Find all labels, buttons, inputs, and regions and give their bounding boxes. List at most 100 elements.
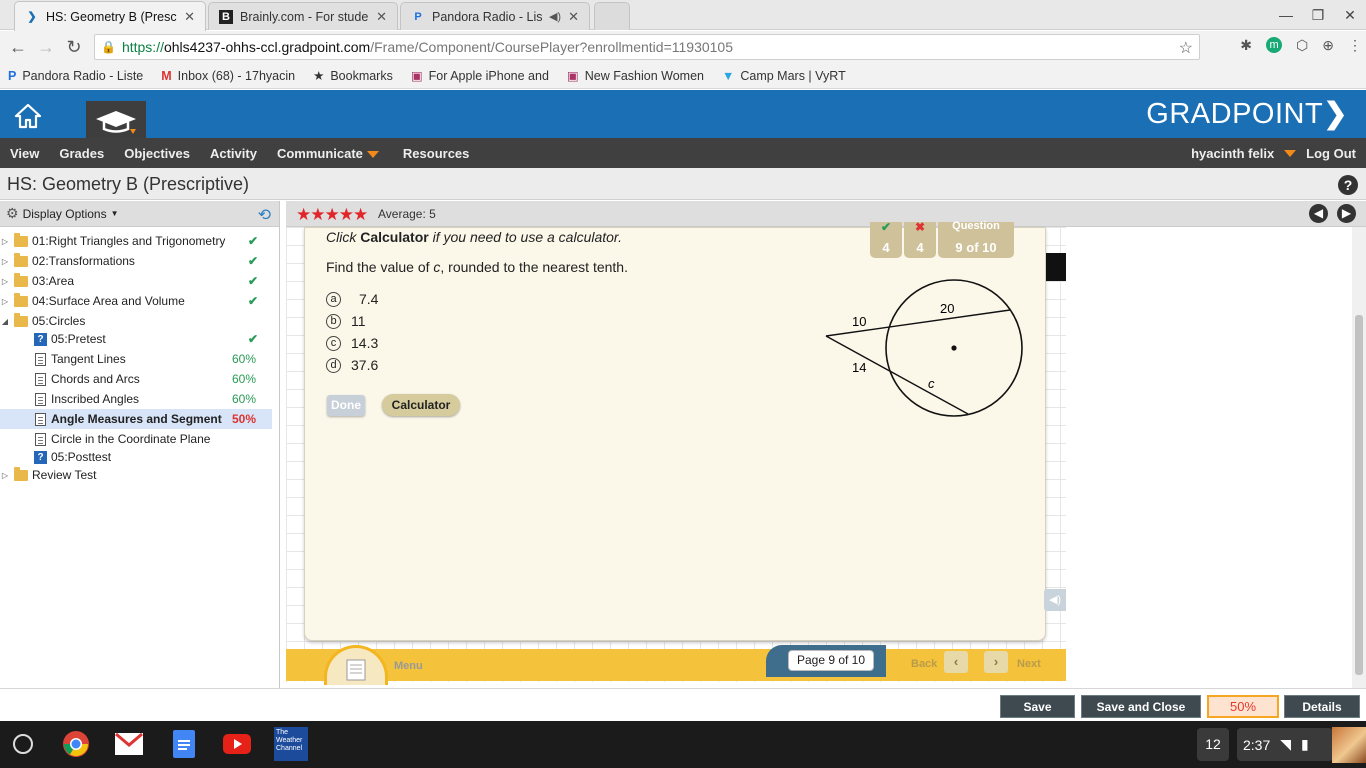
avatar[interactable]	[1332, 727, 1366, 763]
extension-icon[interactable]: ✱	[1240, 37, 1252, 54]
tab-geometry[interactable]: ❯ HS: Geometry B (Prescrip ✕	[14, 1, 206, 31]
bookmark-campmars[interactable]: ▼ Camp Mars | VyRT	[722, 69, 846, 83]
save-and-close-button[interactable]: Save and Close	[1081, 695, 1201, 718]
sidebar-item[interactable]: ▷ 02:Transformations ✔	[0, 251, 272, 271]
reload-icon[interactable]: ↻	[60, 37, 88, 58]
chevron-down-icon[interactable]: ▼	[111, 209, 119, 218]
tab-pandora[interactable]: P Pandora Radio - Liste ◀) ✕	[400, 2, 590, 30]
next-arrow-icon[interactable]: ▶	[1337, 204, 1356, 223]
tab-brainly[interactable]: B Brainly.com - For studen ✕	[208, 2, 398, 30]
sidebar-item[interactable]: ▷ Review Test	[0, 465, 272, 485]
radio-a[interactable]: a	[326, 291, 341, 307]
extension-m-icon[interactable]: m	[1266, 37, 1283, 53]
sidebar-item[interactable]: Tangent Lines 60%	[0, 349, 272, 369]
done-button[interactable]: Done	[327, 395, 365, 416]
home-icon[interactable]	[14, 102, 42, 130]
sidebar-item[interactable]: Circle in the Coordinate Plane	[0, 429, 272, 449]
shop-icon: ▣	[410, 69, 423, 83]
menu-communicate[interactable]: Communicate	[267, 146, 393, 161]
bookmark-pandora[interactable]: P Pandora Radio - Liste	[8, 69, 143, 83]
sidebar-item[interactable]: ▷ 01:Right Triangles and Trigonometry ✔	[0, 231, 272, 251]
chrome-icon[interactable]	[59, 727, 93, 761]
next-label[interactable]: Next	[1017, 658, 1041, 670]
logout-link[interactable]: Log Out	[1306, 146, 1356, 161]
notification-count[interactable]: 12	[1197, 728, 1229, 761]
menu-activity[interactable]: Activity	[200, 146, 267, 161]
bookmark-folder[interactable]: ★ Bookmarks	[313, 68, 393, 84]
sidebar-item[interactable]: Chords and Arcs 60%	[0, 369, 272, 389]
cube-icon[interactable]: ⬡	[1296, 37, 1308, 54]
details-button[interactable]: Details	[1284, 695, 1360, 718]
choice-d[interactable]: d 37.6	[326, 357, 378, 373]
menu-objectives[interactable]: Objectives	[114, 146, 200, 161]
content-scrollbar[interactable]	[1352, 227, 1366, 688]
sidebar-item[interactable]: ▷ 03:Area ✔	[0, 271, 272, 291]
back-label[interactable]: Back	[911, 658, 937, 670]
menu-grades[interactable]: Grades	[49, 146, 114, 161]
bookmark-gmail[interactable]: M Inbox (68) - 17hyacin	[161, 69, 295, 83]
weather-channel-icon[interactable]: The Weather Channel	[274, 727, 308, 761]
previous-arrow-icon[interactable]: ◀	[1309, 204, 1328, 223]
bookmark-apple[interactable]: ▣ For Apple iPhone and	[410, 68, 549, 84]
status-tray[interactable]: 2:37 ◥ ▮	[1237, 728, 1333, 761]
next-button[interactable]: ›	[984, 651, 1008, 673]
sidebar-item[interactable]: ▷ 04:Surface Area and Volume ✔	[0, 291, 272, 311]
menu-view[interactable]: View	[0, 146, 49, 161]
course-player: ★★★★★ Average: 5 ◀ ▶ Click Calculator if…	[286, 201, 1366, 688]
youtube-icon[interactable]	[220, 727, 254, 761]
menu-label[interactable]: Menu	[394, 660, 423, 672]
launcher-icon[interactable]	[6, 727, 40, 761]
sidebar-item[interactable]: Inscribed Angles 60%	[0, 389, 272, 409]
close-icon[interactable]: ✕	[376, 9, 387, 25]
minimize-icon[interactable]: —	[1270, 7, 1302, 23]
collapse-triangle-icon[interactable]: ◢	[0, 317, 10, 326]
choice-a[interactable]: a 7.4	[326, 291, 378, 307]
gmail-icon[interactable]	[112, 727, 146, 761]
forward-arrow-icon[interactable]: →	[32, 37, 60, 58]
globe-icon[interactable]: ⊕	[1322, 37, 1334, 54]
close-icon[interactable]: ✕	[184, 9, 195, 25]
expand-triangle-icon[interactable]: ▷	[0, 257, 10, 266]
sidebar-item[interactable]: Angle Measures and Segment 50%	[0, 409, 272, 429]
choice-c[interactable]: c 14.3	[326, 335, 378, 351]
user-name[interactable]: hyacinth felix	[1191, 146, 1274, 161]
menu-kebab-icon[interactable]: ⋮	[1348, 37, 1362, 54]
menu-resources[interactable]: Resources	[393, 146, 479, 161]
bookmark-fashion[interactable]: ▣ New Fashion Women	[567, 68, 704, 84]
sidebar-item[interactable]: ◢ 05:Circles	[0, 311, 272, 331]
scrollbar-thumb[interactable]	[1355, 315, 1363, 675]
choice-b[interactable]: b 11	[326, 313, 366, 329]
sidebar-item[interactable]: ? 05:Posttest	[0, 447, 272, 467]
refresh-icon[interactable]: ⟲	[258, 205, 271, 225]
address-bar[interactable]: 🔒 https:// ohls4237-ohhs-ccl.gradpoint.c…	[94, 34, 1200, 60]
docs-icon[interactable]	[167, 727, 201, 761]
close-window-icon[interactable]: ✕	[1334, 7, 1366, 24]
rating-stars[interactable]: ★★★★★	[296, 205, 368, 225]
progress-percent: 60%	[231, 392, 256, 406]
gear-icon[interactable]: ⚙	[6, 205, 19, 222]
display-options-button[interactable]: Display Options	[23, 207, 107, 221]
radio-d[interactable]: d	[326, 357, 341, 373]
back-button[interactable]: ‹	[944, 651, 968, 673]
restore-icon[interactable]: ❐	[1302, 7, 1334, 24]
close-icon[interactable]: ✕	[568, 9, 579, 25]
save-button[interactable]: Save	[1000, 695, 1075, 718]
expand-triangle-icon[interactable]: ▷	[0, 471, 10, 480]
calculator-button[interactable]: Calculator	[382, 394, 460, 416]
menu-orb-button[interactable]	[324, 645, 388, 685]
course-menu-button[interactable]	[86, 101, 146, 138]
gradpoint-favicon-icon: ❯	[27, 11, 37, 23]
back-arrow-icon[interactable]: ←	[4, 37, 32, 58]
expand-triangle-icon[interactable]: ▷	[0, 237, 10, 246]
sidebar-item[interactable]: ? 05:Pretest ✔	[0, 329, 272, 349]
content-toolbar: ★★★★★ Average: 5 ◀ ▶	[286, 201, 1366, 227]
dropdown-caret-icon[interactable]	[1284, 150, 1297, 157]
expand-triangle-icon[interactable]: ▷	[0, 277, 10, 286]
radio-b[interactable]: b	[326, 313, 341, 329]
audio-icon[interactable]: ◀)	[1044, 589, 1066, 611]
new-tab-button[interactable]	[594, 2, 630, 30]
expand-triangle-icon[interactable]: ▷	[0, 297, 10, 306]
help-icon[interactable]: ?	[1338, 175, 1358, 195]
radio-c[interactable]: c	[326, 335, 341, 351]
bookmark-star-icon[interactable]: ☆	[1179, 38, 1193, 58]
